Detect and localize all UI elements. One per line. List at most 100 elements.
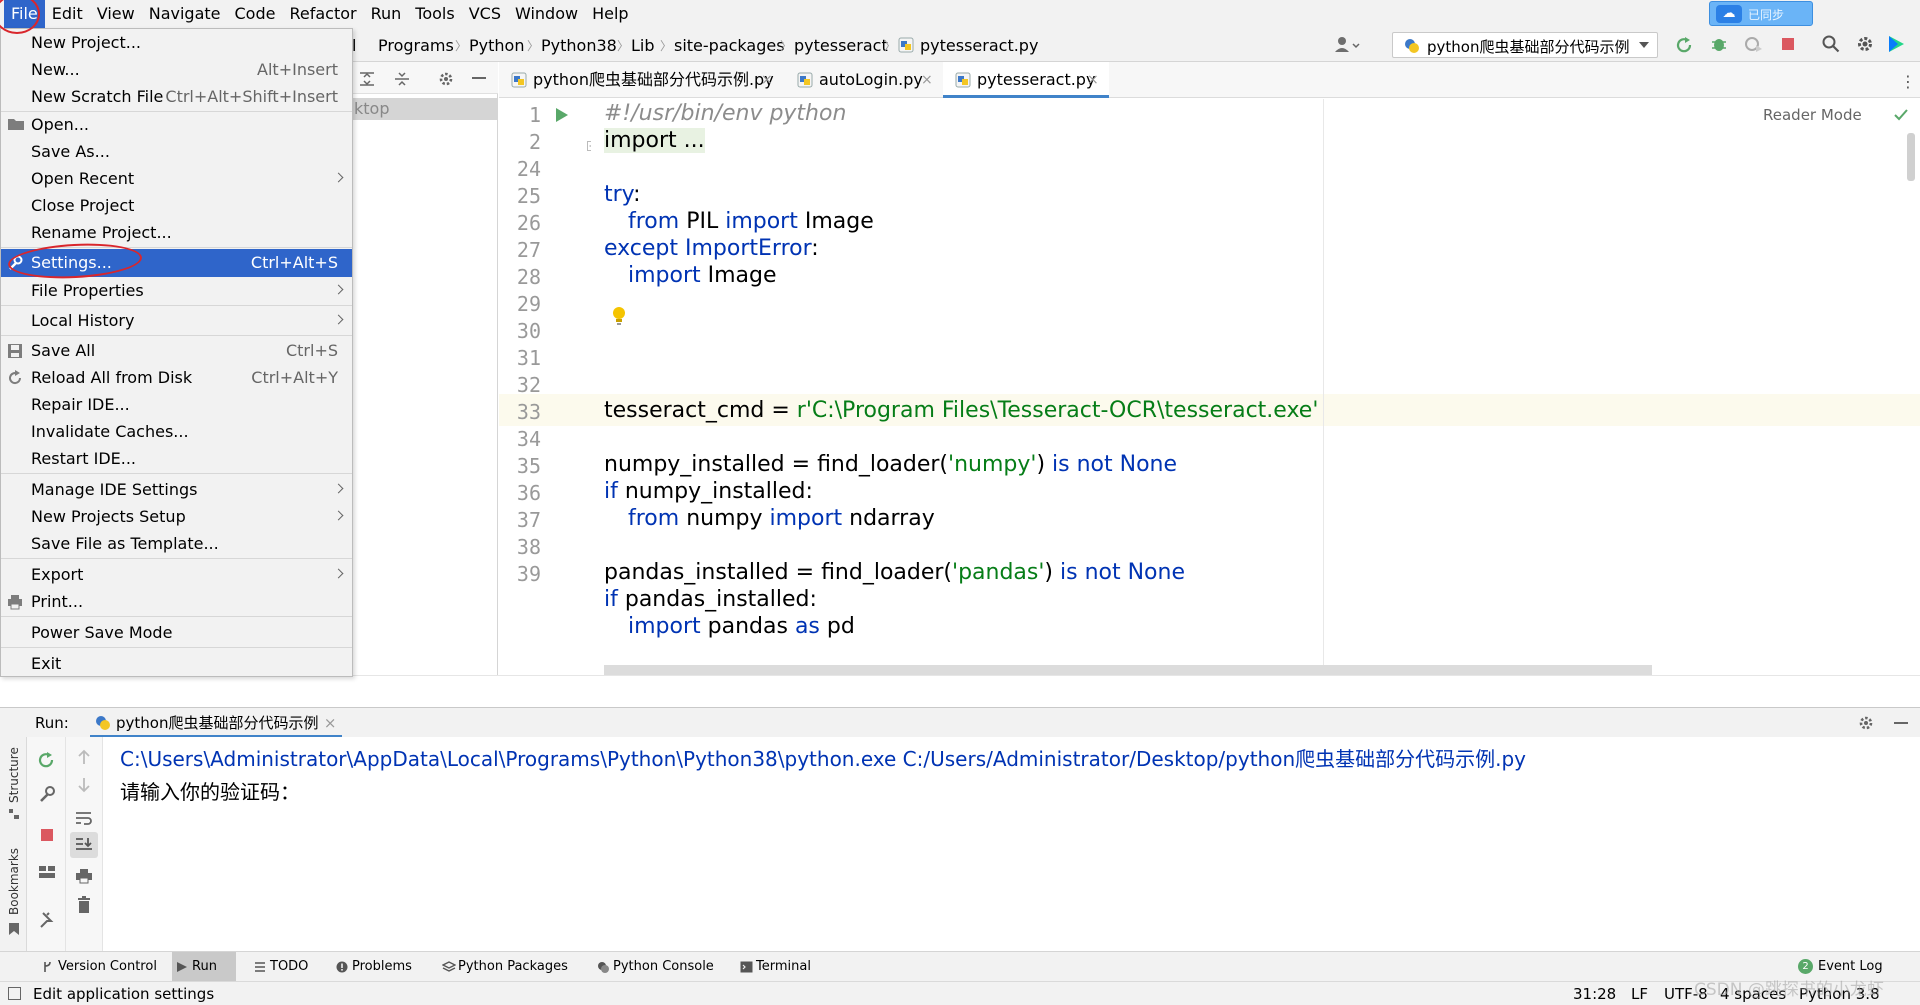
- menu-item-restart-ide[interactable]: Restart IDE...: [1, 445, 352, 472]
- menu-window[interactable]: Window: [508, 0, 585, 28]
- wrench-icon[interactable]: [38, 785, 56, 803]
- menu-item-invalidate-caches[interactable]: Invalidate Caches...: [1, 418, 352, 445]
- minimize-icon[interactable]: [1894, 722, 1908, 724]
- expand-all-icon[interactable]: [359, 71, 375, 87]
- menu-item-print[interactable]: Print...: [1, 588, 352, 615]
- window-toggle-icon[interactable]: [8, 987, 21, 1000]
- close-icon[interactable]: ×: [761, 62, 773, 98]
- collapse-all-icon[interactable]: [394, 71, 410, 87]
- tool-tab-todo[interactable]: TODO: [250, 952, 316, 982]
- close-icon[interactable]: ×: [1087, 62, 1099, 98]
- tool-tab-terminal[interactable]: Terminal: [736, 952, 826, 982]
- editor-tab[interactable]: python爬虫基础部分代码示例.py ×: [499, 62, 781, 98]
- tool-tab-python-console[interactable]: Python Console: [593, 952, 721, 982]
- editor-scrollbar[interactable]: [1907, 133, 1915, 181]
- menu-item-new-scratch-file[interactable]: New Scratch File Ctrl+Alt+Shift+Insert: [1, 83, 352, 110]
- debug-icon[interactable]: [1710, 35, 1728, 53]
- menu-item-new-projects-setup[interactable]: New Projects Setup: [1, 503, 352, 530]
- menu-tools[interactable]: Tools: [408, 0, 461, 28]
- close-icon[interactable]: ×: [324, 708, 337, 738]
- menu-item-repair-ide[interactable]: Repair IDE...: [1, 391, 352, 418]
- code-editor[interactable]: #!/usr/bin/env python import ... try: fr…: [591, 99, 1920, 674]
- stop-icon[interactable]: [40, 828, 54, 842]
- user-icon[interactable]: [1334, 36, 1360, 54]
- printer-icon[interactable]: [75, 868, 93, 884]
- menu-item-save-all[interactable]: Save All Ctrl+S: [1, 337, 352, 364]
- trash-icon[interactable]: [77, 896, 91, 914]
- menu-item-power-save-mode[interactable]: Power Save Mode: [1, 619, 352, 646]
- menu-vcs[interactable]: VCS: [462, 0, 508, 28]
- breadcrumb-item[interactable]: Python38: [541, 36, 617, 55]
- menu-run[interactable]: Run: [364, 0, 409, 28]
- tool-tab-python-packages[interactable]: Python Packages: [438, 952, 568, 982]
- rerun-icon[interactable]: [38, 751, 56, 769]
- arrow-up-icon[interactable]: [77, 749, 91, 765]
- menu-item-open[interactable]: Open...: [1, 111, 352, 138]
- editor-tab[interactable]: autoLogin.py ×: [785, 62, 939, 98]
- pin-icon[interactable]: [38, 911, 54, 929]
- menu-help[interactable]: Help: [585, 0, 635, 28]
- menu-item-export[interactable]: Export: [1, 561, 352, 588]
- menu-item-manage-ide-settings[interactable]: Manage IDE Settings: [1, 476, 352, 503]
- python-file-icon: [511, 72, 527, 88]
- menu-item-exit[interactable]: Exit: [1, 650, 352, 677]
- code-line-folded-import[interactable]: import ...: [604, 128, 705, 153]
- run-tab[interactable]: python爬虫基础部分代码示例 ×: [90, 708, 343, 738]
- menu-item-shortcut: Ctrl+S: [285, 341, 338, 360]
- breadcrumb-item[interactable]: Lib: [631, 36, 655, 55]
- minimize-icon[interactable]: [472, 77, 486, 79]
- gear-icon[interactable]: [1856, 35, 1874, 53]
- jetbrains-logo-icon[interactable]: [1886, 34, 1906, 54]
- soft-wrap-icon[interactable]: [75, 811, 93, 825]
- gear-icon[interactable]: [1858, 715, 1874, 731]
- breadcrumb-item[interactable]: site-packages: [674, 36, 785, 55]
- rerun-icon[interactable]: [1676, 36, 1694, 54]
- lightbulb-icon[interactable]: [612, 306, 626, 326]
- menu-item-open-recent[interactable]: Open Recent: [1, 165, 352, 192]
- menu-item-new[interactable]: New... Alt+Insert: [1, 56, 352, 83]
- tool-tab-run[interactable]: Run: [172, 952, 236, 982]
- tool-tab-version-control[interactable]: Version Control: [38, 952, 162, 982]
- menu-item-local-history[interactable]: Local History: [1, 307, 352, 334]
- reader-mode-toggle[interactable]: Reader Mode: [1763, 106, 1862, 124]
- breadcrumb-item[interactable]: pytesseract: [794, 36, 888, 55]
- stop-icon[interactable]: [1781, 37, 1795, 51]
- run-configuration-label: python爬虫基础部分代码示例: [1427, 38, 1630, 56]
- menu-code[interactable]: Code: [228, 0, 283, 28]
- menu-refactor[interactable]: Refactor: [282, 0, 363, 28]
- menu-edit[interactable]: Edit: [45, 0, 90, 28]
- menu-item-save-as[interactable]: Save As...: [1, 138, 352, 165]
- tool-tab-problems[interactable]: Problems: [332, 952, 432, 982]
- run-console-output[interactable]: C:\Users\Administrator\AppData\Local\Pro…: [103, 737, 1920, 951]
- line-separator[interactable]: LF: [1631, 985, 1648, 1003]
- tool-tab-label: TODO: [270, 959, 309, 974]
- profile-icon[interactable]: [1744, 35, 1764, 53]
- cloud-sync-badge[interactable]: ☁ 已同步: [1709, 1, 1813, 26]
- editor-tab-active[interactable]: pytesseract.py ×: [943, 62, 1109, 98]
- menu-item-new-project[interactable]: New Project...: [1, 29, 352, 56]
- close-icon[interactable]: ×: [921, 62, 933, 98]
- breadcrumb-item[interactable]: Python: [469, 36, 524, 55]
- cursor-position[interactable]: 31:28: [1573, 985, 1616, 1003]
- layout-icon[interactable]: [38, 865, 56, 879]
- breadcrumb-current-file[interactable]: pytesseract.py: [920, 36, 1038, 55]
- menu-item-close-project[interactable]: Close Project: [1, 192, 352, 219]
- menu-item-reload-all[interactable]: Reload All from Disk Ctrl+Alt+Y: [1, 364, 352, 391]
- scroll-to-end-toggle[interactable]: [70, 832, 98, 858]
- menu-item-rename-project[interactable]: Rename Project...: [1, 219, 352, 246]
- menu-navigate[interactable]: Navigate: [142, 0, 228, 28]
- arrow-down-icon[interactable]: [77, 777, 91, 793]
- project-tree-row[interactable]: ktop: [352, 98, 498, 120]
- more-tabs-icon[interactable]: ⋮: [1900, 72, 1916, 91]
- run-gutter-icon[interactable]: [555, 107, 569, 123]
- menu-view[interactable]: View: [90, 0, 142, 28]
- gear-icon[interactable]: [438, 71, 454, 87]
- bookmarks-tool-label[interactable]: Bookmarks: [7, 848, 21, 915]
- horizontal-scrollbar[interactable]: [604, 665, 1652, 675]
- search-icon[interactable]: [1822, 35, 1840, 53]
- menu-item-file-properties[interactable]: File Properties: [1, 277, 352, 304]
- breadcrumb-item[interactable]: Programs: [378, 36, 454, 55]
- run-configuration-select[interactable]: python爬虫基础部分代码示例: [1392, 32, 1658, 58]
- structure-tool-label[interactable]: Structure: [7, 747, 21, 803]
- menu-item-save-as-template[interactable]: Save File as Template...: [1, 530, 352, 557]
